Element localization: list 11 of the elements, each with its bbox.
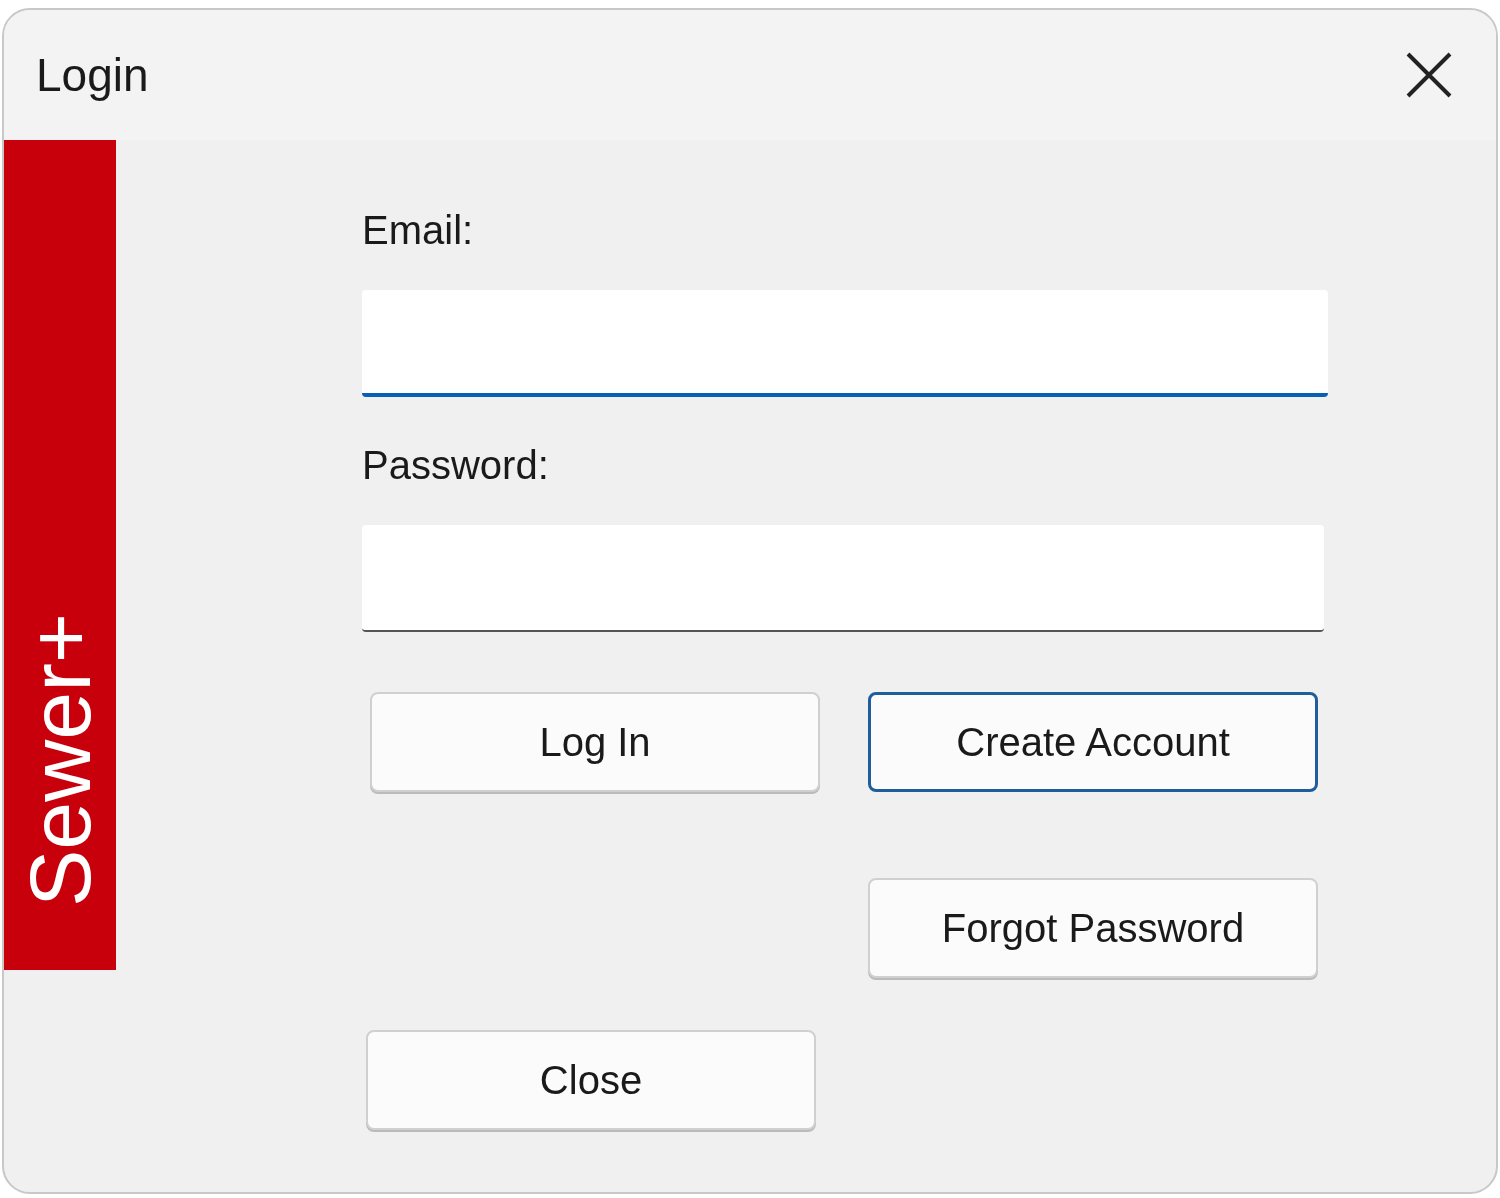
close-icon[interactable] — [1406, 52, 1452, 98]
field-label: Email: — [362, 210, 475, 250]
dialog-button[interactable]: Close — [366, 1030, 816, 1130]
window-title: Login — [36, 47, 149, 103]
brand-logo: Sewer+ — [17, 613, 103, 907]
input-field[interactable] — [362, 290, 1328, 397]
dialog-button[interactable]: Forgot Password — [868, 878, 1318, 978]
dialog-button[interactable]: Log In — [370, 692, 820, 792]
dialog-button[interactable]: Create Account — [868, 692, 1318, 792]
input-field[interactable] — [362, 525, 1324, 632]
field-label: Password: — [362, 445, 550, 485]
